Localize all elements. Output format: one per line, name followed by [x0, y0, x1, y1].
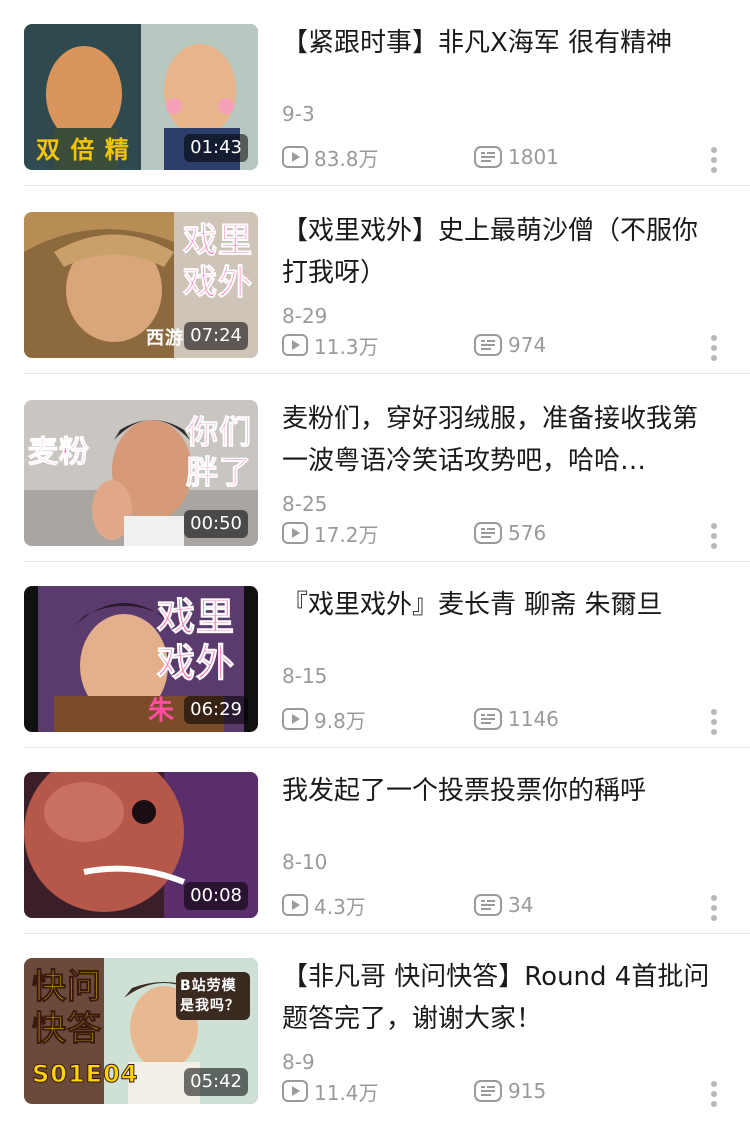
- danmaku-count: 915: [474, 1076, 546, 1106]
- danmaku-count: 576: [474, 518, 546, 548]
- video-duration: 01:43: [184, 134, 248, 162]
- video-date: 8-29: [282, 304, 328, 328]
- video-duration: 06:29: [184, 696, 248, 724]
- danmaku-icon: [474, 522, 502, 544]
- play-icon: [282, 522, 308, 544]
- video-item[interactable]: 00:08 我发起了一个投票投票你的稱呼 8-10 4.3万 34: [0, 748, 750, 934]
- more-icon: [711, 147, 717, 173]
- thumbnail-subcaption: 西游: [146, 328, 184, 349]
- thumbnail-subcaption: 朱: [148, 696, 176, 726]
- video-date: 8-9: [282, 1050, 315, 1074]
- video-date: 9-3: [282, 102, 315, 126]
- danmaku-count-text: 1801: [508, 145, 559, 169]
- video-stats: 9.8万 1146: [282, 704, 722, 734]
- play-count: 11.3万: [282, 330, 379, 360]
- video-date: 8-10: [282, 850, 328, 874]
- video-date: 8-25: [282, 492, 328, 516]
- thumbnail-caption: 双 倍 精: [36, 136, 130, 164]
- play-icon: [282, 146, 308, 168]
- play-count-text: 17.2万: [314, 522, 379, 547]
- video-list: 双 倍 精 01:43 【紧跟时事】非凡X海军 很有精神 9-3 83.8万 1…: [0, 0, 750, 1128]
- video-stats: 4.3万 34: [282, 890, 722, 920]
- play-count-text: 11.4万: [314, 1080, 379, 1105]
- video-duration: 00:50: [184, 510, 248, 538]
- danmaku-count-text: 915: [508, 1079, 547, 1103]
- danmaku-count-text: 1146: [508, 707, 559, 731]
- video-stats: 83.8万 1801: [282, 142, 722, 172]
- danmaku-count: 34: [474, 890, 533, 920]
- danmaku-icon: [474, 1080, 502, 1102]
- more-options-button[interactable]: [710, 1080, 718, 1108]
- video-thumbnail[interactable]: 双 倍 精 01:43: [24, 24, 258, 170]
- video-stats: 11.3万 974: [282, 330, 722, 360]
- play-count-text: 83.8万: [314, 146, 379, 171]
- video-title[interactable]: 【非凡哥 快问快答】Round 4首批问题答完了，谢谢大家！: [282, 956, 712, 1040]
- thumbnail-note: B站劳模是我吗？: [176, 972, 250, 1020]
- play-count: 17.2万: [282, 518, 379, 548]
- item-divider: [24, 185, 750, 186]
- danmaku-count: 974: [474, 330, 546, 360]
- video-item[interactable]: 麦粉 你们胖了 00:50 麦粉们，穿好羽绒服，准备接收我第一波粤语冷笑话攻势吧…: [0, 376, 750, 562]
- danmaku-count-text: 974: [508, 333, 547, 357]
- video-thumbnail[interactable]: 00:08: [24, 772, 258, 918]
- video-item[interactable]: 快问快答 S01E04 B站劳模是我吗？ 05:42 【非凡哥 快问快答】Rou…: [0, 934, 750, 1120]
- more-options-button[interactable]: [710, 146, 718, 174]
- video-title[interactable]: 麦粉们，穿好羽绒服，准备接收我第一波粤语冷笑话攻势吧，哈哈…: [282, 398, 712, 482]
- thumbnail-caption-left: 麦粉: [28, 435, 90, 470]
- danmaku-icon: [474, 708, 502, 730]
- video-thumbnail[interactable]: 麦粉 你们胖了 00:50: [24, 400, 258, 546]
- danmaku-icon: [474, 334, 502, 356]
- thumbnail-episode: S01E04: [31, 1060, 139, 1088]
- video-title[interactable]: 『戏里戏外』麦长青 聊斋 朱爾旦: [282, 584, 712, 626]
- video-title[interactable]: 【戏里戏外】史上最萌沙僧（不服你打我呀）: [282, 210, 712, 294]
- video-item[interactable]: 戏里戏外 朱 06:29 『戏里戏外』麦长青 聊斋 朱爾旦 8-15 9.8万: [0, 562, 750, 748]
- video-stats: 11.4万 915: [282, 1076, 722, 1106]
- play-icon: [282, 1080, 308, 1102]
- video-thumbnail[interactable]: 戏里戏外 朱 06:29: [24, 586, 258, 732]
- play-count-text: 4.3万: [314, 894, 366, 919]
- danmaku-icon: [474, 894, 502, 916]
- thumbnail-caption: 快问快答: [32, 967, 102, 1050]
- video-date: 8-15: [282, 664, 328, 688]
- video-thumbnail[interactable]: 快问快答 S01E04 B站劳模是我吗？ 05:42: [24, 958, 258, 1104]
- video-title[interactable]: 我发起了一个投票投票你的稱呼: [282, 770, 712, 812]
- play-count: 11.4万: [282, 1076, 379, 1106]
- play-icon: [282, 334, 308, 356]
- video-item[interactable]: 戏里戏外 西游 07:24 【戏里戏外】史上最萌沙僧（不服你打我呀） 8-29 …: [0, 188, 750, 374]
- play-count: 9.8万: [282, 704, 366, 734]
- more-options-button[interactable]: [710, 894, 718, 922]
- danmaku-count: 1801: [474, 142, 559, 172]
- video-duration: 00:08: [184, 882, 248, 910]
- danmaku-count-text: 576: [508, 521, 547, 545]
- thumbnail-caption: 戏里戏外: [183, 221, 253, 304]
- danmaku-count: 1146: [474, 704, 559, 734]
- video-title[interactable]: 【紧跟时事】非凡X海军 很有精神: [282, 22, 712, 64]
- play-icon: [282, 708, 308, 730]
- more-options-button[interactable]: [710, 522, 718, 550]
- more-options-button[interactable]: [710, 708, 718, 736]
- more-icon: [711, 709, 717, 735]
- play-icon: [282, 894, 308, 916]
- more-icon: [711, 523, 717, 549]
- play-count-text: 11.3万: [314, 334, 379, 359]
- more-icon: [711, 1081, 717, 1107]
- play-count: 83.8万: [282, 142, 379, 172]
- thumbnail-caption-right: 你们胖了: [185, 413, 252, 492]
- video-item[interactable]: 双 倍 精 01:43 【紧跟时事】非凡X海军 很有精神 9-3 83.8万 1…: [0, 0, 750, 186]
- more-options-button[interactable]: [710, 334, 718, 362]
- danmaku-icon: [474, 146, 502, 168]
- video-thumbnail[interactable]: 戏里戏外 西游 07:24: [24, 212, 258, 358]
- danmaku-count-text: 34: [508, 893, 534, 917]
- more-icon: [711, 335, 717, 361]
- play-count: 4.3万: [282, 890, 366, 920]
- more-icon: [711, 895, 717, 921]
- video-duration: 07:24: [184, 322, 248, 350]
- video-duration: 05:42: [184, 1068, 248, 1096]
- video-stats: 17.2万 576: [282, 518, 722, 548]
- item-divider: [24, 373, 750, 374]
- play-count-text: 9.8万: [314, 708, 366, 733]
- thumbnail-caption: 戏里戏外: [156, 595, 235, 686]
